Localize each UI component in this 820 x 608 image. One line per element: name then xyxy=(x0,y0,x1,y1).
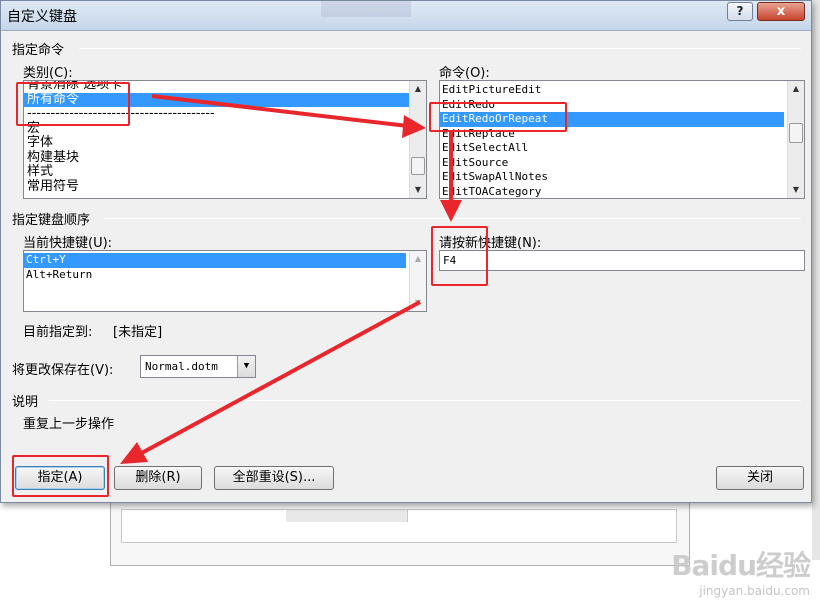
scroll-down-arrow-icon[interactable]: ▼ xyxy=(410,295,426,311)
remove-button[interactable]: 删除(R) xyxy=(114,466,202,490)
list-item-selected[interactable]: Ctrl+Y xyxy=(24,253,406,268)
list-item[interactable]: 构建基块 xyxy=(24,150,426,166)
save-in-label: 将更改保存在(V): xyxy=(12,363,114,378)
close-button[interactable]: 关闭 xyxy=(716,466,804,490)
list-item[interactable]: EditPictureEdit xyxy=(440,83,804,98)
list-item[interactable]: EditSelectAll xyxy=(440,141,804,156)
annotation-box-assign xyxy=(12,455,109,497)
specify-command-heading: 指定命令 xyxy=(12,43,65,58)
scroll-down-arrow-icon[interactable]: ▼ xyxy=(410,182,426,198)
close-icon: x xyxy=(776,4,786,19)
assigned-to-value: [未指定] xyxy=(113,325,163,340)
assigned-to-label: 目前指定到: xyxy=(23,325,93,340)
chevron-down-icon[interactable]: ▼ xyxy=(237,356,255,377)
list-item[interactable]: Alt+Return xyxy=(24,268,426,283)
category-label: 类别(C): xyxy=(23,66,73,81)
section-divider xyxy=(79,48,801,49)
current-keys-listbox[interactable]: Ctrl+Y Alt+Return ▲ ▼ xyxy=(23,250,427,312)
list-item[interactable]: EditTOACategory xyxy=(440,185,804,199)
scroll-up-arrow-icon[interactable]: ▲ xyxy=(788,81,804,97)
description-text: 重复上一步操作 xyxy=(23,417,115,432)
command-listbox[interactable]: EditPictureEdit EditRedo EditRedoOrRepea… xyxy=(439,80,805,199)
new-shortcut-input[interactable]: F4 xyxy=(439,250,805,271)
save-in-dropdown[interactable]: Normal.dotm ▼ xyxy=(140,355,256,378)
annotation-box-new-key xyxy=(431,226,488,286)
reset-all-button[interactable]: 全部重设(S)... xyxy=(214,466,334,490)
close-window-button[interactable]: x xyxy=(757,2,805,21)
background-window-edge xyxy=(812,0,820,560)
list-item[interactable]: 样式 xyxy=(24,165,426,180)
section-divider xyxy=(105,218,801,219)
scroll-up-arrow-icon[interactable]: ▲ xyxy=(410,81,426,97)
command-scrollbar[interactable]: ▲ ▼ xyxy=(787,81,804,198)
category-scrollbar[interactable]: ▲ ▼ xyxy=(409,81,426,198)
scroll-thumb[interactable] xyxy=(789,123,803,143)
watermark-logo: Baidu经验 xyxy=(671,549,811,582)
current-keys-label: 当前快捷键(U): xyxy=(23,236,113,251)
title-bar[interactable]: 自定义键盘 ? x xyxy=(1,1,811,31)
section-divider xyxy=(49,400,801,401)
annotation-box-command xyxy=(429,102,567,132)
help-button[interactable]: ? xyxy=(727,2,753,21)
keyboard-sequence-heading: 指定键盘顺序 xyxy=(12,213,91,228)
watermark: Baidu经验 jingyan.baidu.com xyxy=(671,544,811,598)
scroll-up-arrow-icon[interactable]: ▲ xyxy=(410,251,426,267)
list-item[interactable]: EditSource xyxy=(440,156,804,171)
scroll-thumb[interactable] xyxy=(411,157,425,175)
current-keys-scrollbar[interactable]: ▲ ▼ xyxy=(409,251,426,311)
list-item[interactable]: EditSwapAllNotes xyxy=(440,170,804,185)
list-item[interactable]: 字体 xyxy=(24,136,426,151)
scroll-down-arrow-icon[interactable]: ▼ xyxy=(788,182,804,198)
background-panel xyxy=(121,509,677,543)
command-label: 命令(O): xyxy=(439,66,490,81)
description-heading: 说明 xyxy=(12,395,39,410)
background-window xyxy=(110,498,690,566)
title-bar-ghost xyxy=(321,1,411,17)
watermark-url: jingyan.baidu.com xyxy=(699,584,810,598)
list-item[interactable]: 常用符号 xyxy=(24,179,426,195)
dialog-title: 自定义键盘 xyxy=(7,9,77,25)
annotation-box-category xyxy=(16,82,130,126)
background-divider xyxy=(286,510,408,522)
customize-keyboard-dialog: 自定义键盘 ? x 指定命令 类别(C): 背景消除 选项卡 所有命令 ----… xyxy=(0,0,812,503)
save-in-value: Normal.dotm xyxy=(145,360,218,373)
